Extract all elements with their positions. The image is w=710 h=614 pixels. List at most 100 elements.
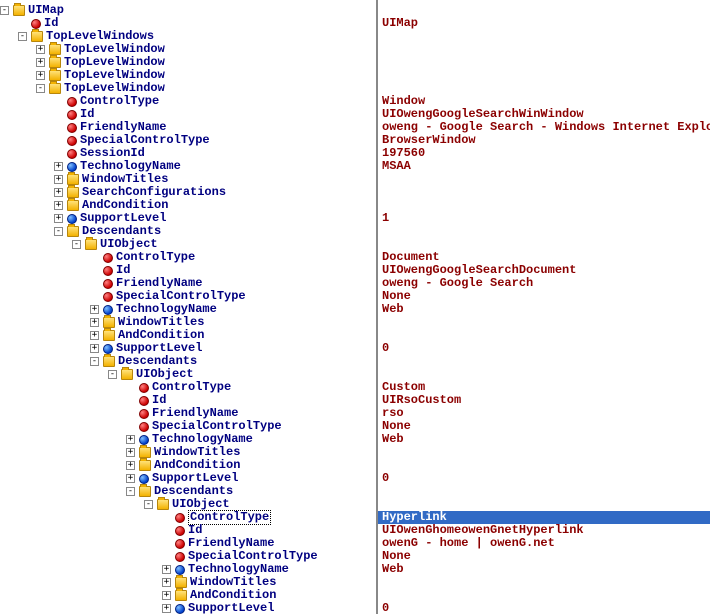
expand-icon[interactable]: + [126,435,135,444]
value-cell [378,199,710,212]
node-label[interactable]: SupportLevel [188,602,274,614]
folder-icon [49,83,61,94]
expand-icon[interactable]: + [54,201,63,210]
folder-icon [13,5,25,16]
expand-icon[interactable]: + [90,318,99,327]
indent-spacer [0,69,18,82]
indent-spacer [108,589,126,602]
collapse-icon[interactable]: - [144,500,153,509]
tree-row[interactable]: + SupportLevel [0,602,376,614]
folder-icon [31,31,43,42]
indent-spacer [54,316,72,329]
collapse-icon[interactable]: - [54,227,63,236]
expand-icon[interactable]: + [54,214,63,223]
indent-spacer [108,563,126,576]
indent-spacer [36,316,54,329]
tree-row[interactable]: ControlType [0,251,376,264]
collapse-icon[interactable]: - [72,240,81,249]
indent-spacer [72,277,90,290]
indent-spacer [36,173,54,186]
expand-icon[interactable]: + [126,448,135,457]
indent-spacer [36,446,54,459]
property-icon [103,266,113,276]
value-panel: UIMap WindowUIOwengGoogleSearchWinWindow… [378,0,710,614]
indent-spacer [144,589,162,602]
expand-icon[interactable]: + [90,331,99,340]
indent-spacer [36,199,54,212]
indent-spacer [54,342,72,355]
folder-icon [157,499,169,510]
expand-icon[interactable]: + [36,45,45,54]
indent-spacer [36,251,54,264]
value-cell: Web [378,303,710,316]
indent-spacer [72,251,90,264]
indent-spacer [0,238,18,251]
tree-row[interactable]: +SupportLevel [0,212,376,225]
indent-spacer [36,511,54,524]
indent-spacer [36,472,54,485]
indent-spacer [18,485,36,498]
indent-spacer [0,160,18,173]
indent-spacer [90,459,108,472]
value-cell: 0 [378,472,710,485]
indent-spacer [144,524,162,537]
indent-spacer [90,394,108,407]
indent-spacer [36,355,54,368]
indent-spacer [90,576,108,589]
expand-icon[interactable]: + [90,344,99,353]
indent-spacer [126,498,144,511]
tree-row[interactable]: SpecialControlType [0,134,376,147]
indent-spacer [36,121,54,134]
collapse-icon[interactable]: - [90,357,99,366]
tree-row[interactable]: +SearchConfigurations [0,186,376,199]
tree-row[interactable]: +AndCondition [0,199,376,212]
expand-icon[interactable]: + [36,71,45,80]
indent-spacer [0,316,18,329]
tree-row[interactable]: +TechnologyName [0,160,376,173]
expand-icon[interactable]: + [54,162,63,171]
collapse-icon[interactable]: - [18,32,27,41]
tree-row[interactable]: +WindowTitles [0,576,376,589]
indent-spacer [90,589,108,602]
indent-spacer [18,472,36,485]
expand-icon[interactable]: + [162,604,171,613]
indent-spacer [36,342,54,355]
tree-row[interactable]: +TechnologyName [0,563,376,576]
indent-spacer [108,498,126,511]
expand-icon[interactable]: + [54,175,63,184]
value-cell: oweng - Google Search [378,277,710,290]
expand-icon[interactable]: + [162,565,171,574]
tree-row[interactable]: -TopLevelWindow [0,82,376,95]
indent-spacer [0,303,18,316]
expand-icon[interactable]: + [36,58,45,67]
indent-spacer [144,511,162,524]
indent-spacer [18,134,36,147]
tree-row[interactable]: SessionId [0,147,376,160]
collapse-icon[interactable]: - [0,6,9,15]
indent-spacer [90,498,108,511]
folder-icon [67,200,79,211]
property-icon [67,97,77,107]
expand-icon[interactable]: + [162,591,171,600]
expand-icon[interactable]: + [54,188,63,197]
indent-spacer [54,355,72,368]
expand-icon[interactable]: + [162,578,171,587]
collapse-icon[interactable]: - [108,370,117,379]
expand-icon[interactable]: + [126,461,135,470]
indent-spacer [72,498,90,511]
collapse-icon[interactable]: - [36,84,45,93]
indent-spacer [18,433,36,446]
indent-spacer [108,602,126,614]
tree-row[interactable]: ControlType [0,95,376,108]
indent-spacer [54,381,72,394]
indent-spacer [36,186,54,199]
indent-spacer [18,199,36,212]
indent-spacer [72,524,90,537]
collapse-icon[interactable]: - [126,487,135,496]
indent-spacer [36,407,54,420]
expand-icon[interactable]: + [90,305,99,314]
tree-row[interactable]: ControlType [0,381,376,394]
tree-row[interactable]: -Descendants [0,225,376,238]
tree-row[interactable]: Id [0,108,376,121]
expand-icon[interactable]: + [126,474,135,483]
